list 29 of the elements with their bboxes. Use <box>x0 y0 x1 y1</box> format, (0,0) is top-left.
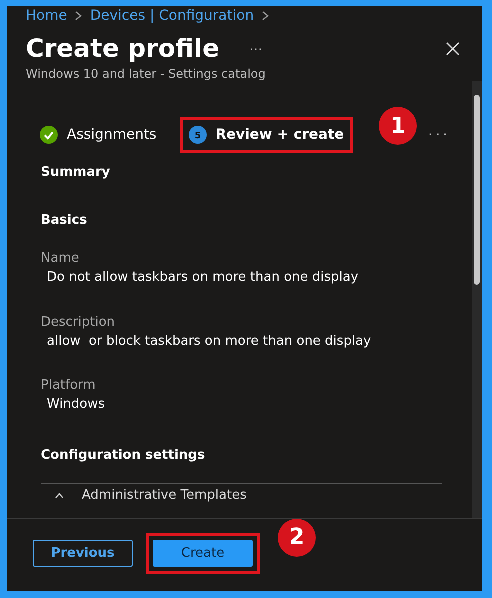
more-button[interactable]: ··· <box>246 41 267 56</box>
close-icon[interactable] <box>446 42 460 56</box>
field-value: allow or block taskbars on more than one display <box>47 334 372 349</box>
more-button[interactable]: ··· <box>422 125 456 145</box>
previous-button[interactable]: Previous <box>33 540 133 566</box>
field-label: Name <box>41 251 80 266</box>
section-heading: Basics <box>41 213 88 228</box>
page-subtitle: Windows 10 and later - Settings catalog <box>25 66 267 81</box>
field-label: Platform <box>41 378 97 393</box>
step-number-icon: 5 <box>188 126 207 144</box>
chevron-up-icon[interactable] <box>55 492 64 498</box>
wizard-step-tab[interactable]: Assignments <box>40 126 157 144</box>
section-heading: Summary <box>41 165 112 180</box>
wizard-step-tab[interactable]: 5 Review + create <box>188 126 344 144</box>
create-button[interactable]: Create <box>153 540 253 566</box>
field-value: Do not allow taskbars on more than one display <box>47 270 360 285</box>
tree-item[interactable]: Administrative Templates <box>82 488 247 503</box>
page-title: Create profile <box>26 34 220 63</box>
breadcrumb-link[interactable]: Home <box>26 8 68 24</box>
scrollbar[interactable] <box>472 81 482 518</box>
breadcrumb-link[interactable]: Devices | Configuration <box>90 8 254 24</box>
chevron-icon <box>262 11 270 21</box>
chevron-icon <box>75 11 82 21</box>
check-circle-icon <box>40 126 58 144</box>
callout-number: 2 <box>278 518 316 556</box>
callout-number: 1 <box>379 107 418 145</box>
field-label: Description <box>41 315 116 330</box>
section-heading: Configuration settings <box>41 448 206 463</box>
field-value: Windows <box>47 397 106 412</box>
